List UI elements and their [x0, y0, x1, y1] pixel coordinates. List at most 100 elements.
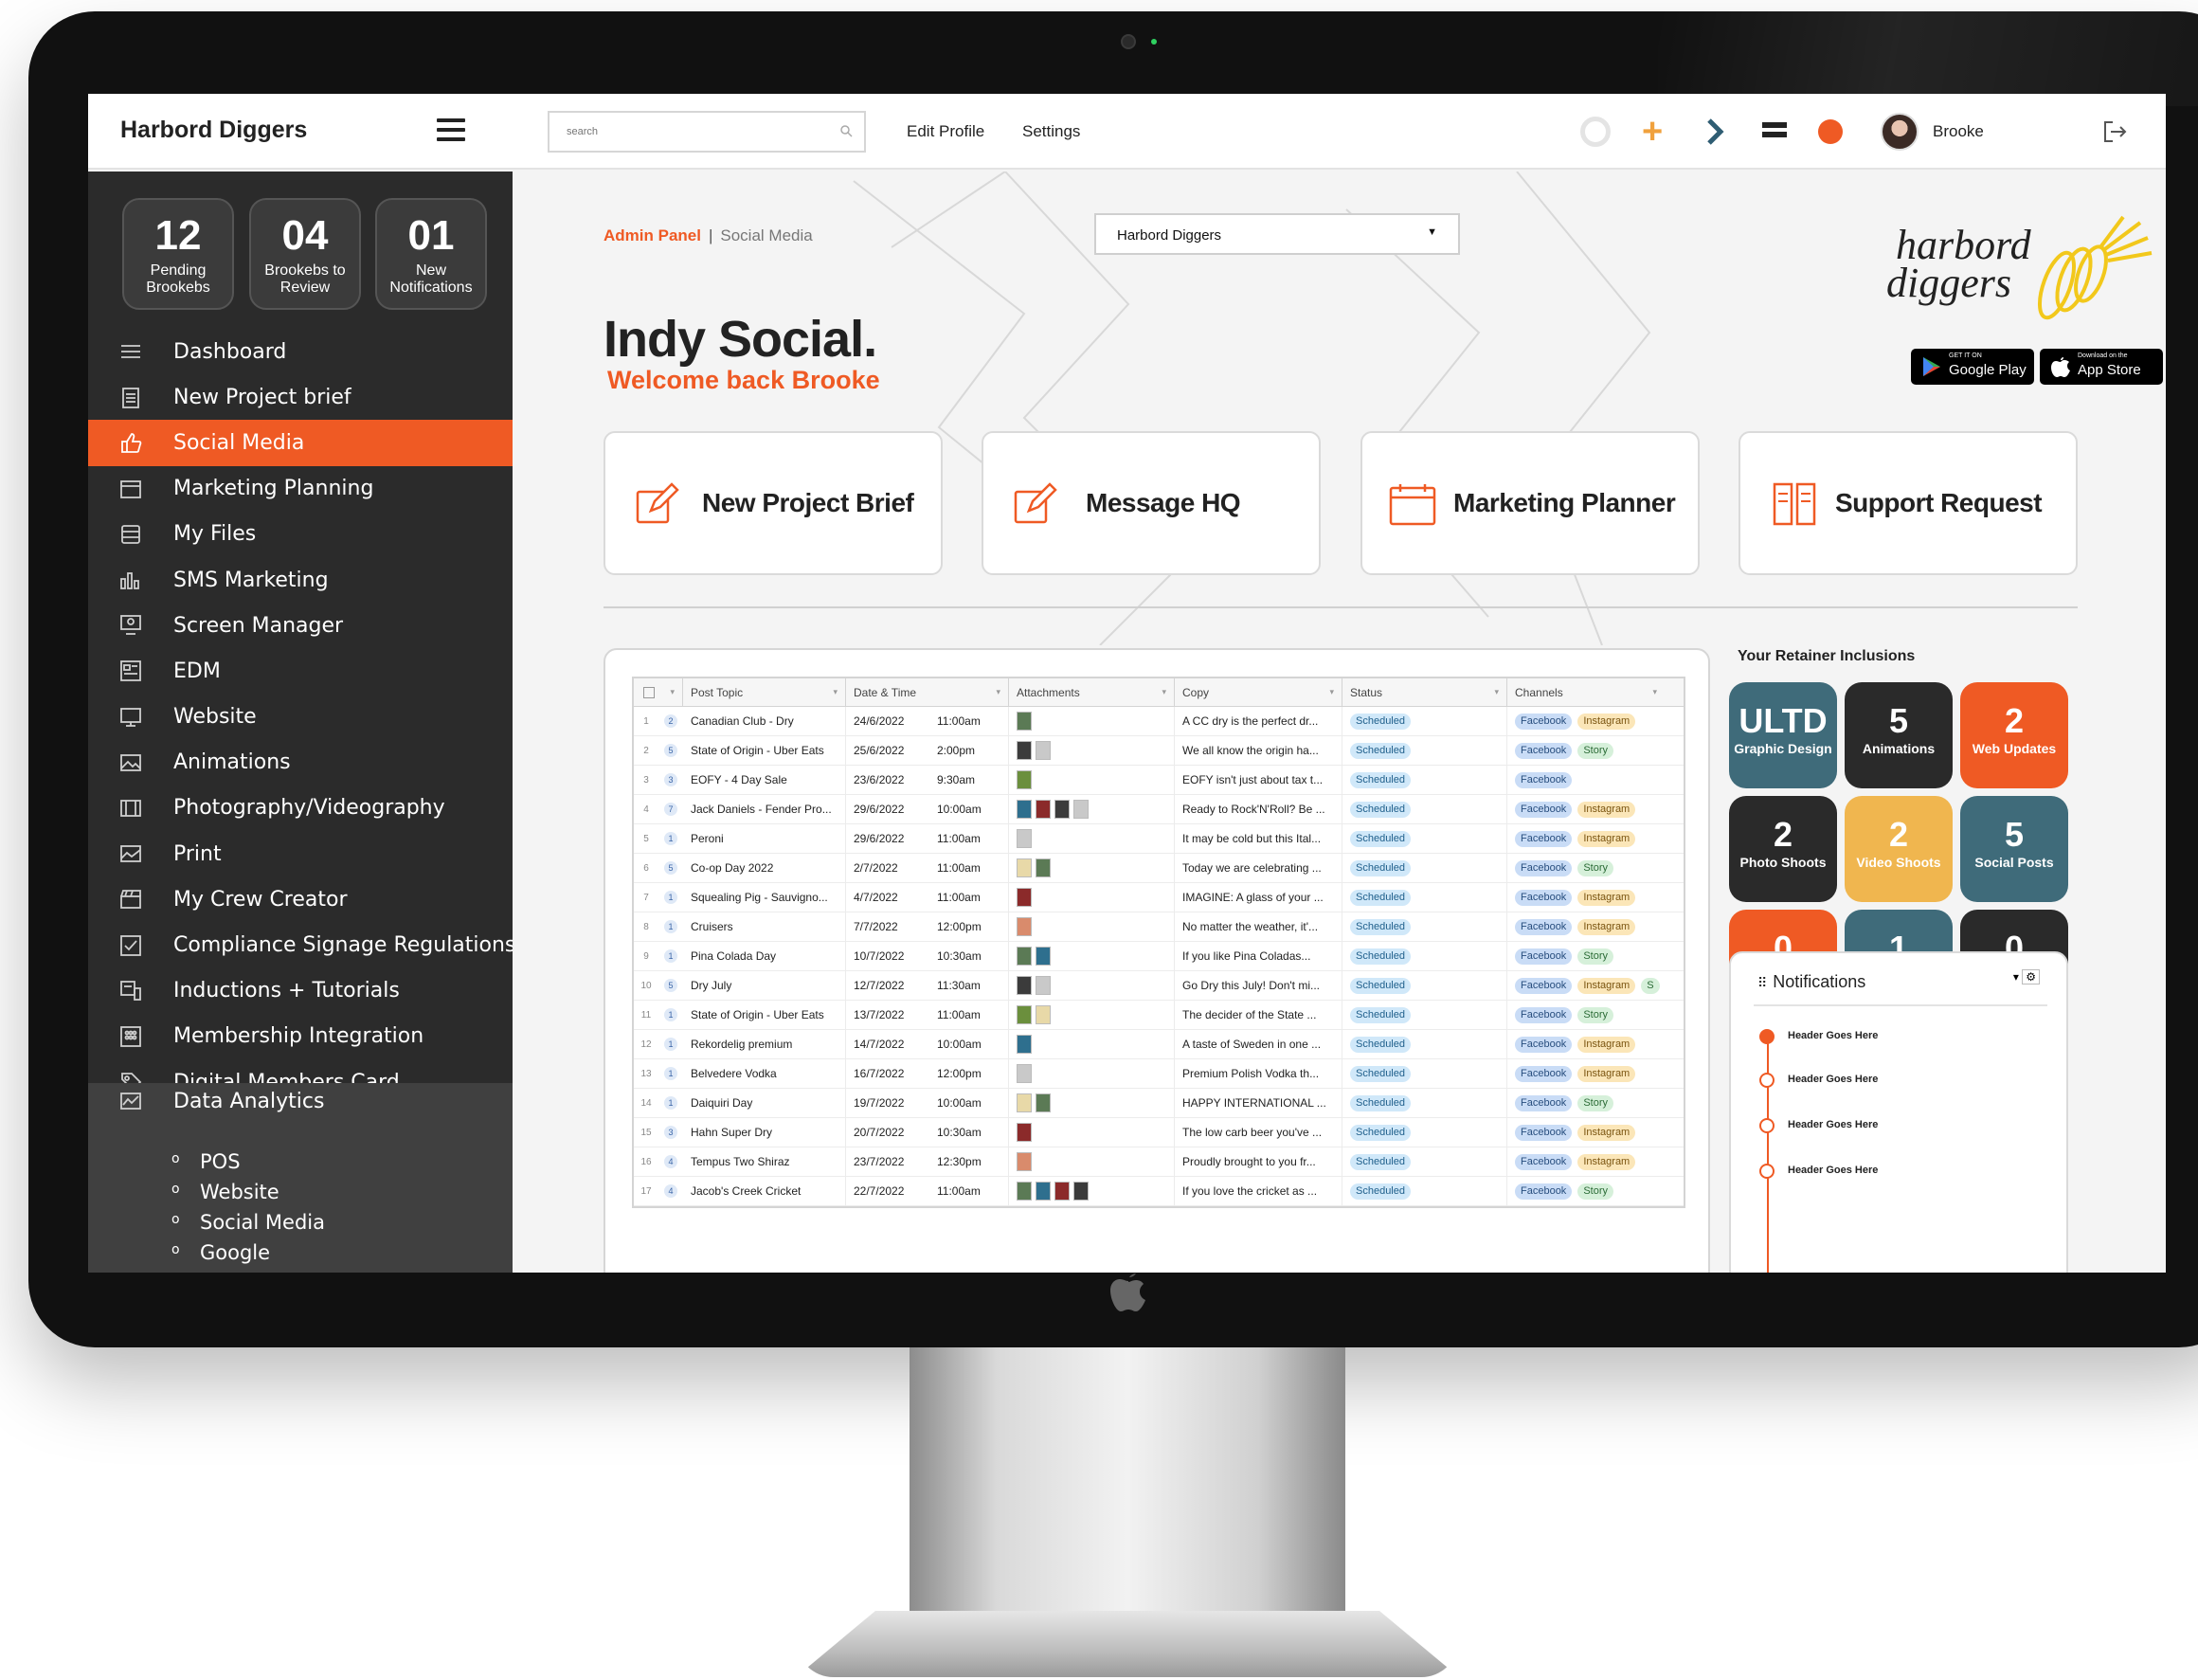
attachment-thumbnail[interactable]	[1036, 1005, 1051, 1024]
table-row[interactable]: 13 1 Belvedere Vodka 16/7/2022 12:00pm Premiu…	[634, 1059, 1684, 1089]
column-header-attachments[interactable]: Attachments	[1009, 678, 1175, 706]
plus-icon[interactable]: +	[1642, 114, 1663, 150]
table-row[interactable]: 2 5 State of Origin - Uber Eats 25/6/2022 2:…	[634, 736, 1684, 766]
column-header-copy[interactable]: Copy	[1175, 678, 1342, 706]
table-row[interactable]: 4 7 Jack Daniels - Fender Pro... 29/6/2022 1…	[634, 795, 1684, 824]
sidebar-item-compliance-signage-regulations[interactable]: Compliance Signage Regulations	[88, 922, 515, 967]
edit-profile-link[interactable]: Edit Profile	[907, 122, 984, 141]
column-header-status[interactable]: Status	[1342, 678, 1507, 706]
attachment-thumbnail[interactable]	[1017, 1064, 1032, 1083]
chevron-right-icon[interactable]	[1702, 117, 1728, 147]
notification-item[interactable]: Header Goes Here	[1759, 1071, 2044, 1090]
retainer-tile-graphic-design[interactable]: ULTD Graphic Design	[1729, 682, 1837, 788]
user-name[interactable]: Brooke	[1933, 122, 1984, 141]
column-header-post-topic[interactable]: Post Topic	[683, 678, 846, 706]
attachment-thumbnail[interactable]	[1036, 1182, 1051, 1201]
record-dot-icon[interactable]	[1818, 119, 1843, 144]
attachment-thumbnail[interactable]	[1017, 858, 1032, 877]
attachment-thumbnail[interactable]	[1054, 800, 1070, 819]
attachment-thumbnail[interactable]	[1017, 741, 1032, 760]
sidebar-item-sms-marketing[interactable]: SMS Marketing	[88, 557, 513, 603]
attachment-thumbnail[interactable]	[1017, 829, 1032, 848]
table-row[interactable]: 14 1 Daiquiri Day 19/7/2022 10:00am HAPPY INT…	[634, 1089, 1684, 1118]
notification-item[interactable]: Header Goes Here	[1759, 1116, 2044, 1135]
attachment-thumbnail[interactable]	[1017, 1035, 1032, 1054]
table-row[interactable]: 8 1 Cruisers 7/7/2022 12:00pm No matter the w…	[634, 912, 1684, 942]
table-row[interactable]: 1 2 Canadian Club - Dry 24/6/2022 11:00am A C…	[634, 707, 1684, 736]
sidebar-item-membership-integration[interactable]: Membership Integration	[88, 1014, 513, 1059]
sidebar-subitem-google[interactable]: Google	[171, 1241, 270, 1264]
attachment-thumbnail[interactable]	[1017, 888, 1032, 907]
attachment-thumbnail[interactable]	[1017, 917, 1032, 936]
attachment-thumbnail[interactable]	[1073, 800, 1089, 819]
sidebar-item-new-project-brief[interactable]: New Project brief	[88, 374, 513, 420]
retainer-tile-photo-shoots[interactable]: 2 Photo Shoots	[1729, 796, 1837, 902]
google-play-badge[interactable]: GET IT ON Google Play	[1911, 349, 2034, 385]
retainer-tile-social-posts[interactable]: 5 Social Posts	[1960, 796, 2068, 902]
attachment-thumbnail[interactable]	[1017, 770, 1032, 789]
card-message-hq[interactable]: Message HQ	[982, 431, 1321, 575]
client-select[interactable]: Harbord Diggers ▼	[1094, 213, 1460, 255]
attachment-thumbnail[interactable]	[1036, 858, 1051, 877]
attachment-thumbnail[interactable]	[1017, 1182, 1032, 1201]
sidebar-item-website[interactable]: Website	[88, 695, 513, 740]
column-header-channels[interactable]: Channels	[1507, 678, 1665, 706]
loading-ring-icon[interactable]	[1580, 117, 1611, 147]
sidebar-item-inductions-tutorials[interactable]: Inductions + Tutorials	[88, 968, 513, 1014]
sidebar-item-edm[interactable]: EDM	[88, 648, 513, 694]
attachment-thumbnail[interactable]	[1036, 800, 1051, 819]
attachment-thumbnail[interactable]	[1017, 976, 1032, 995]
card-marketing-planner[interactable]: Marketing Planner	[1360, 431, 1700, 575]
search-input[interactable]	[550, 113, 815, 151]
retainer-tile-web-updates[interactable]: 2 Web Updates	[1960, 682, 2068, 788]
sidebar-item-animations[interactable]: Animations	[88, 740, 513, 786]
table-row[interactable]: 12 1 Rekordelig premium 14/7/2022 10:00am A t…	[634, 1030, 1684, 1059]
attachment-thumbnail[interactable]	[1017, 1093, 1032, 1112]
table-row[interactable]: 16 4 Tempus Two Shiraz 23/7/2022 12:30pm Prou…	[634, 1147, 1684, 1177]
stat-brookebs-to-review[interactable]: 04 Brookebs to Review	[249, 198, 361, 310]
breadcrumb-admin-panel[interactable]: Admin Panel	[604, 226, 701, 244]
sidebar-item-photography-videography[interactable]: Photography/Videography	[88, 786, 513, 831]
card-support-request[interactable]: Support Request	[1739, 431, 2078, 575]
attachment-thumbnail[interactable]	[1073, 1182, 1089, 1201]
sidebar-item-my-crew-creator[interactable]: My Crew Creator	[88, 876, 513, 922]
attachment-thumbnail[interactable]	[1017, 712, 1032, 731]
retainer-tile-animations[interactable]: 5 Animations	[1845, 682, 1953, 788]
attachment-thumbnail[interactable]	[1036, 741, 1051, 760]
hamburger-menu-icon[interactable]	[437, 118, 465, 141]
table-row[interactable]: 15 3 Hahn Super Dry 20/7/2022 10:30am The low…	[634, 1118, 1684, 1147]
attachment-thumbnail[interactable]	[1036, 947, 1051, 966]
column-header-date-time[interactable]: Date & Time	[846, 678, 1009, 706]
sidebar-item-screen-manager[interactable]: Screen Manager	[88, 603, 513, 648]
select-all-checkbox[interactable]	[634, 678, 683, 706]
sidebar-item-marketing-planning[interactable]: Marketing Planning	[88, 466, 513, 512]
app-store-badge[interactable]: Download on the App Store	[2040, 349, 2163, 385]
notification-item[interactable]: Header Goes Here	[1759, 1162, 2044, 1181]
attachment-thumbnail[interactable]	[1036, 1093, 1051, 1112]
sidebar-item-data-analytics[interactable]: Data Analytics	[88, 1083, 513, 1119]
sidebar-subitem-social-media[interactable]: Social Media	[171, 1211, 325, 1234]
stat-new-notifications[interactable]: 01 New Notifications	[375, 198, 487, 310]
sidebar-subitem-website[interactable]: Website	[171, 1181, 279, 1203]
table-row[interactable]: 10 5 Dry July 12/7/2022 11:30am Go Dry this J…	[634, 971, 1684, 1001]
table-row[interactable]: 6 5 Co-op Day 2022 2/7/2022 11:00am Today we …	[634, 854, 1684, 883]
attachment-thumbnail[interactable]	[1017, 1005, 1032, 1024]
avatar[interactable]	[1881, 113, 1919, 151]
search-box[interactable]	[548, 111, 866, 153]
sidebar-item-social-media[interactable]: Social Media	[88, 420, 513, 466]
table-row[interactable]: 17 4 Jacob's Creek Cricket 22/7/2022 11:00am…	[634, 1177, 1684, 1206]
attachment-thumbnail[interactable]	[1054, 1182, 1070, 1201]
table-row[interactable]: 9 1 Pina Colada Day 10/7/2022 10:30am If you …	[634, 942, 1684, 971]
stack-icon[interactable]	[1762, 122, 1787, 141]
card-new-project-brief[interactable]: New Project Brief	[604, 431, 943, 575]
retainer-tile-video-shoots[interactable]: 2 Video Shoots	[1845, 796, 1953, 902]
attachment-thumbnail[interactable]	[1017, 800, 1032, 819]
sidebar-item-dashboard[interactable]: Dashboard	[88, 329, 513, 374]
table-row[interactable]: 5 1 Peroni 29/6/2022 11:00am It may be cold b…	[634, 824, 1684, 854]
table-row[interactable]: 7 1 Squealing Pig - Sauvigno... 4/7/2022 11:…	[634, 883, 1684, 912]
search-icon[interactable]	[839, 124, 853, 137]
notification-item[interactable]: Header Goes Here	[1759, 1027, 2044, 1046]
stat-pending-brookebs[interactable]: 12 Pending Brookebs	[122, 198, 234, 310]
attachment-thumbnail[interactable]	[1017, 1152, 1032, 1171]
notifications-controls[interactable]: ▾ ⚙	[2013, 969, 2040, 985]
